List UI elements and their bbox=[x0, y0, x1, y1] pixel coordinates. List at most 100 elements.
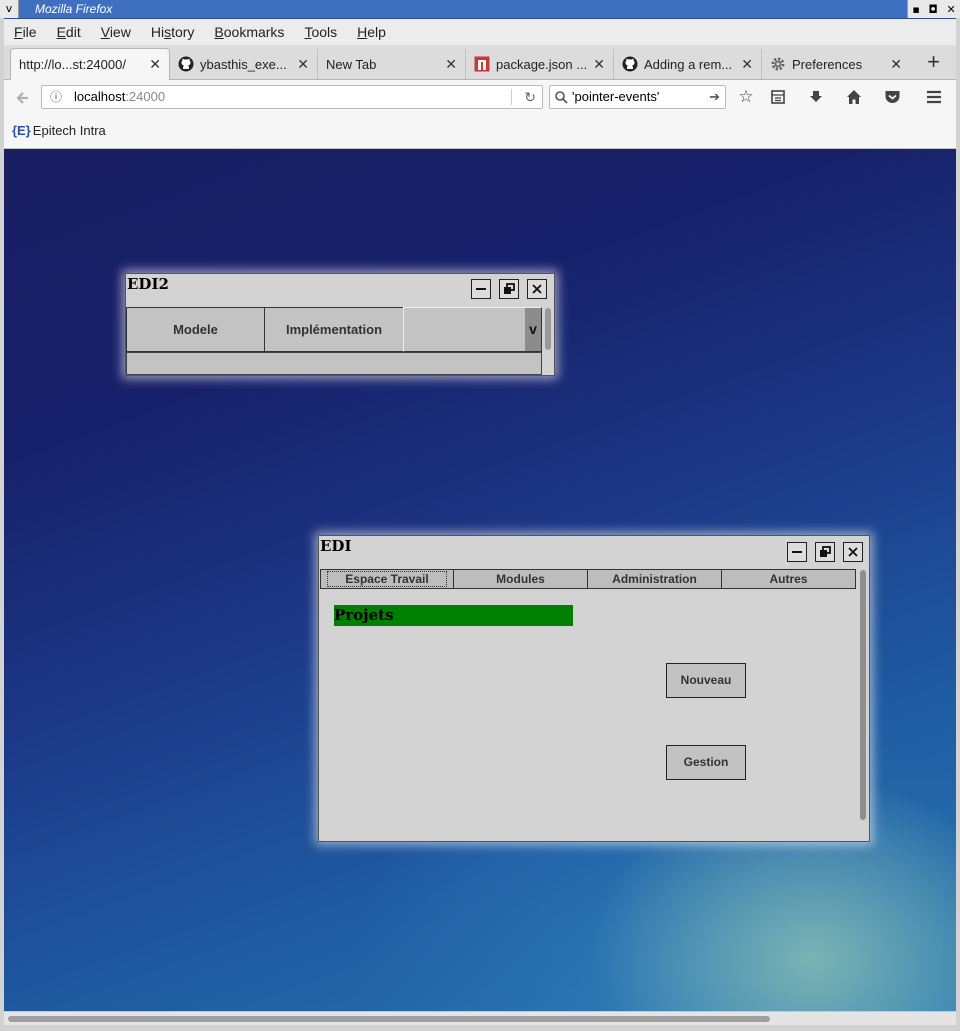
edi-tab-administration[interactable]: Administration bbox=[587, 569, 722, 589]
menu-edit-accel: E bbox=[56, 24, 66, 40]
tab-preferences[interactable]: Preferences ✕ bbox=[762, 49, 910, 79]
edi2-tab-row: Modele Implémentation v bbox=[126, 307, 542, 352]
edi-title: EDI bbox=[320, 537, 352, 555]
edi-tab-autres[interactable]: Autres bbox=[721, 569, 856, 589]
edi2-restore-button[interactable] bbox=[499, 279, 519, 299]
bookmark-label: Epitech Intra bbox=[32, 123, 106, 138]
edi-vertical-scrollbar[interactable] bbox=[860, 570, 866, 820]
menu-view-accel: V bbox=[100, 24, 110, 40]
url-host: localhost bbox=[74, 89, 126, 104]
edi2-tab-dropdown[interactable]: v bbox=[403, 307, 542, 352]
edi-tab-label: Modules bbox=[496, 572, 545, 586]
menu-help-rest: elp bbox=[367, 24, 386, 40]
tab-new-tab[interactable]: New Tab ✕ bbox=[318, 49, 466, 79]
gestion-button[interactable]: Gestion bbox=[666, 745, 746, 780]
home-icon[interactable] bbox=[842, 85, 866, 109]
edi2-vertical-scrollbar[interactable] bbox=[545, 308, 551, 350]
minimize-window-button[interactable]: ▪ bbox=[912, 3, 919, 16]
restore-icon bbox=[504, 283, 515, 294]
tab-close-icon[interactable]: ✕ bbox=[593, 56, 605, 73]
edi-tab-modules[interactable]: Modules bbox=[453, 569, 588, 589]
tab-close-icon[interactable]: ✕ bbox=[741, 56, 753, 73]
url-separator bbox=[511, 89, 512, 105]
tab-title: http://lo...st:24000/ bbox=[19, 57, 126, 72]
close-icon bbox=[848, 547, 858, 557]
menu-history[interactable]: History bbox=[141, 24, 205, 40]
github-icon bbox=[622, 56, 638, 72]
close-window-button[interactable]: ✕ bbox=[946, 3, 955, 16]
navigation-toolbar: ⓘ localhost:24000 ↻ ➔ ☆ bbox=[4, 80, 956, 114]
menu-bookmarks[interactable]: Bookmarks bbox=[204, 24, 294, 40]
tab-close-icon[interactable]: ✕ bbox=[445, 56, 457, 73]
pocket-icon[interactable] bbox=[880, 85, 904, 109]
menu-file-accel: F bbox=[14, 24, 23, 40]
tab-package-json[interactable]: package.json ... ✕ bbox=[466, 49, 614, 79]
edi2-tab-implementation[interactable]: Implémentation bbox=[264, 307, 404, 352]
window-controls: ▪ ◘ ✕ bbox=[907, 0, 960, 18]
menu-view[interactable]: View bbox=[91, 24, 141, 40]
tab-title: package.json ... bbox=[496, 56, 588, 72]
menu-edit[interactable]: Edit bbox=[47, 24, 91, 40]
edi-close-button[interactable] bbox=[843, 542, 863, 562]
back-button[interactable] bbox=[9, 84, 37, 112]
npm-icon bbox=[474, 56, 490, 72]
search-bar[interactable]: ➔ bbox=[549, 85, 726, 109]
url-bar[interactable]: ⓘ localhost:24000 ↻ bbox=[41, 85, 543, 109]
tab-close-icon[interactable]: ✕ bbox=[890, 56, 902, 73]
maximize-window-button[interactable]: ◘ bbox=[929, 3, 938, 16]
download-icon[interactable] bbox=[804, 85, 828, 109]
tab-github-ybasthis[interactable]: ybasthis_exe... ✕ bbox=[170, 49, 318, 79]
edi2-content-area bbox=[126, 352, 542, 375]
tab-localhost[interactable]: http://lo...st:24000/ ✕ bbox=[10, 48, 170, 80]
menu-file-rest: ile bbox=[22, 24, 37, 40]
bookmark-star-icon[interactable]: ☆ bbox=[734, 85, 758, 109]
menu-history-rest: tory bbox=[171, 24, 195, 40]
menu-bookmarks-accel: B bbox=[214, 24, 224, 40]
menu-history-accel: s bbox=[164, 24, 172, 40]
dropdown-arrow-icon[interactable]: v bbox=[525, 308, 541, 351]
close-icon bbox=[532, 284, 542, 294]
edi-tab-espace-travail[interactable]: Espace Travail bbox=[320, 569, 454, 589]
tab-title: Preferences bbox=[792, 56, 863, 72]
back-arrow-icon bbox=[16, 92, 28, 104]
edi2-close-button[interactable] bbox=[527, 279, 547, 299]
menu-help[interactable]: Help bbox=[347, 24, 396, 40]
tab-strip: http://lo...st:24000/ ✕ ybasthis_exe... … bbox=[4, 45, 956, 80]
edi-minimize-button[interactable] bbox=[787, 542, 807, 562]
edi-tab-label: Administration bbox=[612, 572, 697, 586]
search-go-icon[interactable]: ➔ bbox=[709, 86, 720, 108]
edi2-window[interactable]: EDI2 Modele Implémentation v bbox=[125, 273, 555, 376]
menu-bookmarks-rest: ookmarks bbox=[223, 24, 285, 40]
tab-close-icon[interactable]: ✕ bbox=[149, 56, 161, 73]
tab-close-icon[interactable]: ✕ bbox=[297, 56, 309, 73]
site-info-icon[interactable]: ⓘ bbox=[50, 86, 62, 108]
tab-github-adding[interactable]: Adding a rem... ✕ bbox=[614, 49, 762, 79]
edi-tab-label: Autres bbox=[769, 572, 808, 586]
edi2-minimize-button[interactable] bbox=[471, 279, 491, 299]
gear-icon bbox=[771, 57, 785, 71]
edi-restore-button[interactable] bbox=[815, 542, 835, 562]
bookmark-epitech-intra[interactable]: {E} Epitech Intra bbox=[12, 123, 106, 138]
reading-list-icon[interactable] bbox=[766, 85, 790, 109]
restore-icon bbox=[820, 546, 831, 557]
url-port: :24000 bbox=[125, 89, 166, 104]
horizontal-scrollbar-thumb[interactable] bbox=[8, 1016, 770, 1022]
search-input[interactable] bbox=[572, 88, 702, 104]
edi-window[interactable]: EDI Espace Travail Modules Administratio… bbox=[318, 535, 870, 842]
edi-tab-label: Espace Travail bbox=[327, 571, 447, 587]
projets-section-header: Projets bbox=[334, 605, 573, 626]
github-icon bbox=[178, 56, 194, 72]
horizontal-scrollbar[interactable] bbox=[4, 1011, 956, 1026]
minimize-icon bbox=[476, 288, 486, 290]
menu-tools[interactable]: Tools bbox=[294, 24, 347, 40]
menu-help-accel: H bbox=[357, 24, 368, 40]
menu-file[interactable]: File bbox=[4, 24, 47, 40]
reload-icon[interactable]: ↻ bbox=[524, 86, 536, 108]
edi2-tab-modele[interactable]: Modele bbox=[126, 307, 265, 352]
new-tab-button[interactable]: + bbox=[927, 51, 940, 73]
hamburger-menu-icon[interactable] bbox=[922, 85, 946, 109]
window-titlebar: v Mozilla Firefox ▪ ◘ ✕ bbox=[0, 0, 960, 19]
system-menu-button[interactable]: v bbox=[0, 0, 19, 18]
nouveau-button[interactable]: Nouveau bbox=[666, 663, 746, 698]
minimize-icon bbox=[792, 551, 802, 553]
